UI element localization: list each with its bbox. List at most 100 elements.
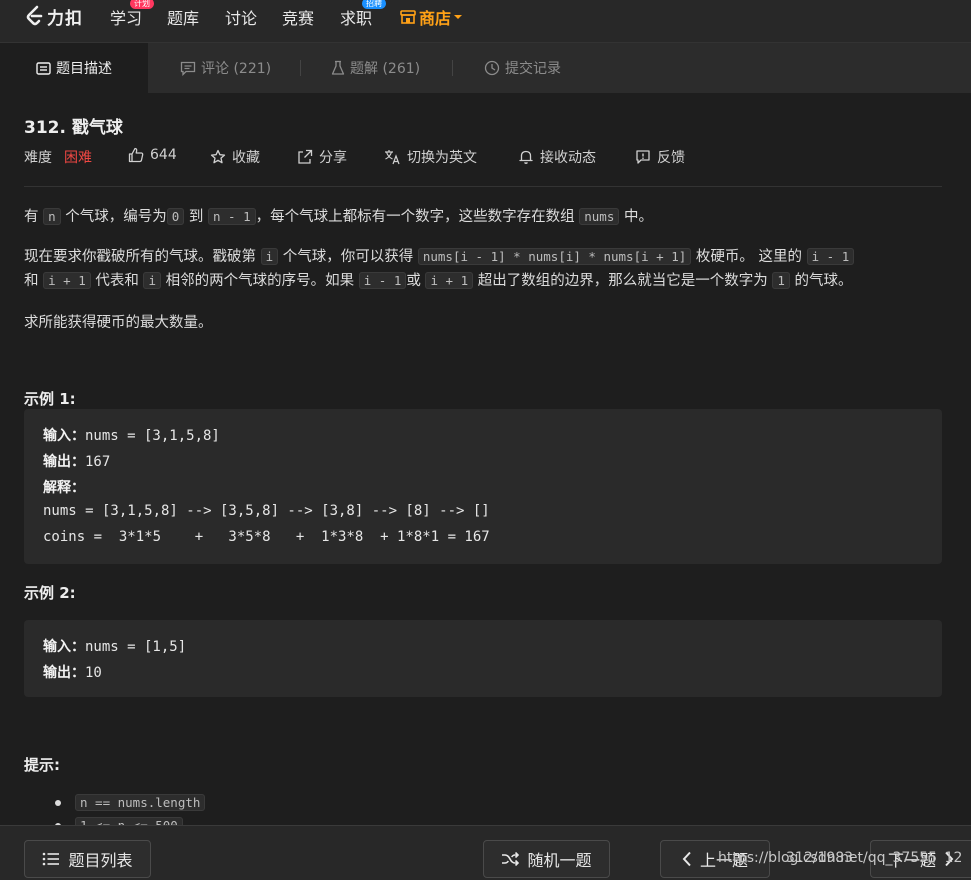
random-problem-button[interactable]: 随机一题 (483, 840, 610, 878)
leetcode-logo[interactable]: 力扣 (24, 5, 83, 29)
text: 代表和 (90, 273, 144, 289)
text: 相邻的两个气球的序号。如果 (161, 273, 359, 289)
feedback-label: 反馈 (657, 150, 685, 166)
example-input-line: 输入：nums = [3,1,5,8] (43, 425, 220, 445)
description-paragraph-4: 求所能获得硬币的最大数量。 (24, 315, 213, 331)
input-label: 输入： (43, 428, 85, 444)
hint-item: 1 <= n <= 500 (55, 817, 183, 825)
nav-badge-plan: 计划 (130, 0, 154, 9)
list-icon (43, 852, 60, 866)
tab-label: 题解 (261) (350, 61, 421, 77)
inline-code: i (143, 272, 161, 289)
tab-description[interactable]: 题目描述 (0, 43, 148, 93)
random-problem-label: 随机一题 (527, 851, 592, 870)
top-navigation: 力扣 学习 计划 题库 讨论 竞赛 求职 招聘 商店 (0, 0, 971, 43)
output-label: 输出： (43, 665, 85, 681)
text: 的气球。 (789, 273, 853, 289)
description-paragraph-1: 有 n 个气球，编号为 0 到 n - 1 ，每个气球上都标有一个数字，这些数字存在… (24, 205, 653, 226)
inline-code: nums (579, 208, 620, 225)
example-explain-line-2: coins = 3*1*5 + 3*5*8 + 1*3*8 + 1*8*1 = … (43, 529, 490, 545)
example-input-line: 输入：nums = [1,5] (43, 636, 186, 656)
description-paragraph-2: 现在要求你戳破所有的气球。戳破第 i 个气球，你可以获得 nums[i - 1]… (24, 245, 855, 266)
nav-item-study[interactable]: 学习 计划 (110, 0, 154, 29)
input-label: 输入： (43, 639, 85, 655)
tab-label: 提交记录 (505, 61, 561, 77)
example-2-heading: 示例 2: (24, 584, 76, 602)
inline-code: n - 1 (208, 208, 256, 225)
translate-icon (385, 150, 400, 165)
flask-icon (331, 60, 345, 75)
like-count: 644 (150, 147, 177, 163)
nav-item-store[interactable]: 商店 (400, 5, 463, 29)
thumbs-up-icon (128, 147, 144, 163)
tab-label: 题目描述 (56, 61, 112, 77)
tab-divider (452, 60, 453, 76)
nav-item-jobs[interactable]: 求职 招聘 (340, 0, 386, 29)
inline-code: i - 1 (806, 248, 855, 265)
text: 和 (24, 273, 44, 289)
share-icon (298, 149, 313, 164)
example-1-heading: 示例 1: (24, 390, 76, 408)
translate-button[interactable]: 切换为英文 (384, 147, 477, 167)
nav-item-label: 题库 (167, 9, 200, 28)
share-button[interactable]: 分享 (297, 147, 347, 167)
share-label: 分享 (319, 150, 347, 166)
text: ，每个气球上都标有一个数字，这些数字存在数组 (255, 209, 580, 225)
chevron-left-icon (682, 851, 691, 867)
notify-label: 接收动态 (540, 150, 596, 166)
nav-item-discuss[interactable]: 讨论 (225, 5, 257, 29)
hints-heading: 提示: (24, 756, 60, 774)
feedback-button[interactable]: 反馈 (635, 147, 685, 167)
favorite-button[interactable]: 收藏 (210, 147, 260, 167)
difficulty-label: 难度 (24, 150, 52, 166)
text: 个气球，你可以获得 (278, 249, 418, 265)
problem-title: 312. 戳气球 (24, 118, 123, 138)
favorite-label: 收藏 (232, 150, 260, 166)
leetcode-logo-icon (26, 5, 43, 26)
comment-icon (180, 61, 196, 76)
problem-list-button[interactable]: 题目列表 (24, 840, 151, 878)
like-button[interactable]: 644 (128, 147, 177, 163)
page-counter-suffix: 12 (944, 850, 963, 866)
inline-code: i (260, 248, 279, 265)
tab-solutions[interactable]: 题解 (261) (331, 43, 420, 93)
inline-code: i - 1 (358, 272, 407, 289)
shuffle-icon (502, 852, 520, 866)
tab-submissions[interactable]: 提交记录 (484, 43, 561, 93)
tab-comments[interactable]: 评论 (221) (180, 43, 271, 93)
bullet-icon (55, 799, 61, 806)
bottom-toolbar: 题目列表 随机一题 上一题 下一题 https://blog.csdn.net/… (0, 825, 971, 880)
output-value: 167 (85, 454, 111, 470)
difficulty: 难度 困难 (24, 147, 92, 167)
logo-text: 力扣 (47, 8, 83, 29)
inline-code: i + 1 (425, 272, 474, 289)
inline-code: nums[i - 1] * nums[i] * nums[i + 1] (417, 248, 692, 265)
input-value: nums = [3,1,5,8] (85, 428, 220, 444)
hint-code: n == nums.length (75, 794, 206, 811)
example-output-line: 输出：10 (43, 662, 102, 682)
nav-item-problems[interactable]: 题库 (167, 5, 199, 29)
bell-icon (519, 150, 533, 164)
nav-badge-hiring: 招聘 (362, 0, 386, 9)
text: 个气球，编号为 (60, 209, 167, 225)
difficulty-value: 困难 (64, 150, 92, 166)
notify-button[interactable]: 接收动态 (518, 147, 596, 167)
inline-code: 0 (166, 208, 185, 225)
problem-meta-bar: 难度 困难 644 收藏 分享 切换为英文 接收动态 反馈 (24, 147, 944, 167)
nav-item-label: 求职 (340, 9, 373, 28)
text: 有 (24, 209, 44, 225)
divider (24, 186, 942, 187)
text: 或 (406, 273, 426, 289)
page-counter: 312/1983 (786, 850, 854, 866)
nav-item-contest[interactable]: 竞赛 (282, 5, 314, 29)
explain-label: 解释： (43, 480, 85, 496)
nav-item-label: 学习 (110, 9, 143, 28)
translate-label: 切换为英文 (407, 150, 477, 166)
example-explain-line-1: nums = [3,1,5,8] --> [3,5,8] --> [3,8] -… (43, 503, 490, 519)
tab-divider (300, 60, 301, 76)
output-value: 10 (85, 665, 102, 681)
output-label: 输出： (43, 454, 85, 470)
example-2-block: 输入：nums = [1,5] 输出：10 (24, 620, 942, 697)
clock-icon (484, 60, 500, 76)
hint-item: n == nums.length (55, 794, 206, 811)
